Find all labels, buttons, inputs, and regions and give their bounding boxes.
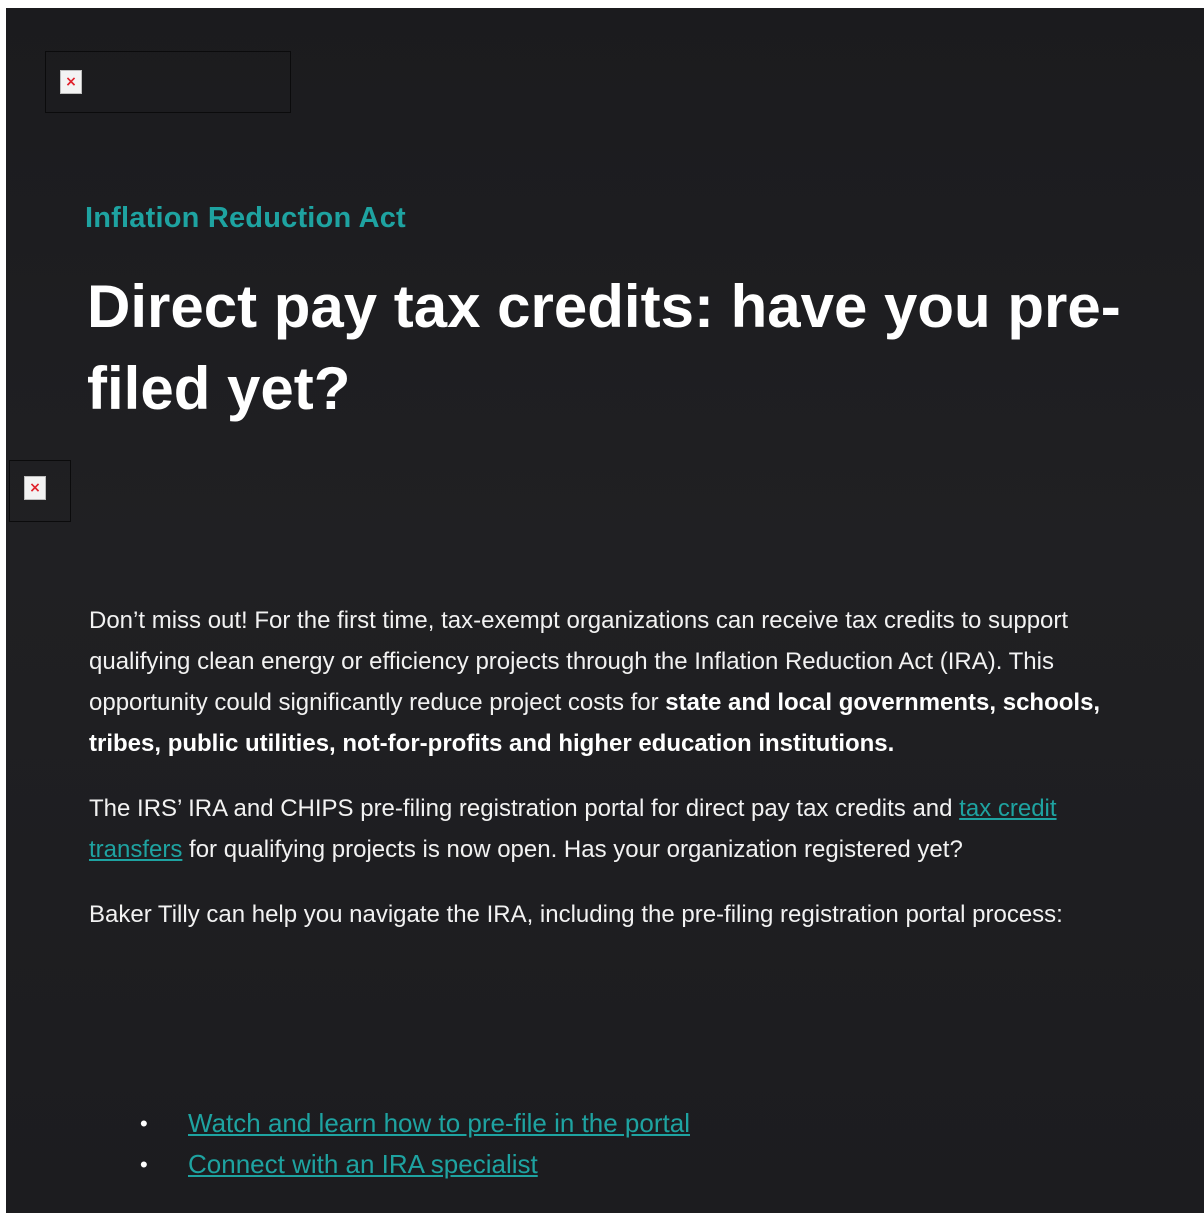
hero-image-placeholder: × xyxy=(9,460,71,522)
eyebrow-label: Inflation Reduction Act xyxy=(85,202,406,234)
resource-links-list: • Watch and learn how to pre-file in the… xyxy=(136,1103,690,1185)
broken-image-icon: × xyxy=(24,476,46,500)
portal-paragraph: The IRS’ IRA and CHIPS pre-filing regist… xyxy=(89,788,1129,870)
bullet-icon: • xyxy=(140,1152,148,1177)
logo-image-placeholder: × xyxy=(45,51,291,113)
help-paragraph: Baker Tilly can help you navigate the IR… xyxy=(89,901,1063,928)
article-body: Don’t miss out! For the first time, tax-… xyxy=(89,600,1129,959)
broken-image-icon: × xyxy=(60,70,82,94)
watch-prefile-link[interactable]: Watch and learn how to pre-file in the p… xyxy=(188,1108,690,1138)
connect-specialist-link[interactable]: Connect with an IRA specialist xyxy=(188,1149,538,1179)
intro-paragraph: Don’t miss out! For the first time, tax-… xyxy=(89,600,1129,764)
portal-text-end: for qualifying projects is now open. Has… xyxy=(182,836,963,863)
page-title: Direct pay tax credits: have you pre-fil… xyxy=(87,273,1121,422)
list-item: • Watch and learn how to pre-file in the… xyxy=(136,1103,690,1144)
bullet-icon: • xyxy=(140,1111,148,1136)
email-body: × Inflation Reduction Act Direct pay tax… xyxy=(6,8,1204,1213)
portal-text: The IRS’ IRA and CHIPS pre-filing regist… xyxy=(89,795,960,822)
list-item: • Connect with an IRA specialist xyxy=(136,1144,690,1185)
